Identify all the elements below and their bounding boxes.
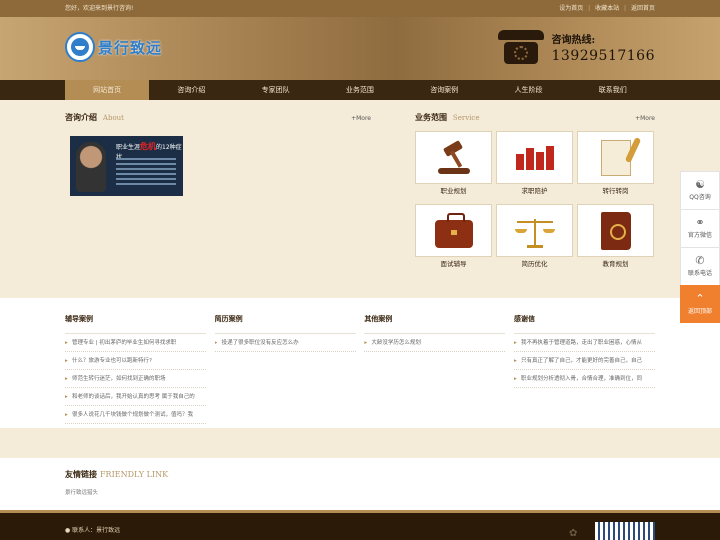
service-title: 业务范围	[415, 113, 447, 122]
service-more-link[interactable]: +More	[635, 115, 655, 122]
logo-text: 景行致远	[98, 38, 163, 57]
telephone-icon	[497, 30, 544, 64]
separator: |	[624, 5, 627, 12]
separator: |	[588, 5, 591, 12]
list-item[interactable]: 只有真正了解了自己，才能更好的完善自己，自己	[513, 352, 655, 370]
site-footer: ● 联系人：景行致远 ✿	[0, 510, 720, 540]
service-item-interview-coaching[interactable]: 面试辅导	[415, 204, 492, 273]
list-item[interactable]: 师范生转行迷茫，如何找到正确的职场	[65, 370, 206, 388]
qq-icon: ☯	[695, 178, 705, 191]
service-panel: 业务范围 Service +More 职业规划 求职陪护 转行转岗 面试辅导 简…	[415, 112, 655, 273]
arrow-up-icon: ⌃	[695, 292, 705, 305]
column-title: 辅导案例	[65, 314, 206, 334]
hotline: 咨询热线: 13929517166	[497, 30, 655, 64]
bar-chart-icon	[515, 145, 554, 170]
nav-item-experts[interactable]: 专家团队	[234, 80, 318, 100]
wechat-icon: ⚭	[695, 216, 705, 229]
resume-cases-column: 简历案例 投递了很多职位没有反应怎么办	[214, 314, 356, 424]
list-item[interactable]: 管理专业 | 初出茅庐的毕业生如何寻找求职	[65, 334, 206, 352]
phone-icon: ✆	[695, 254, 705, 267]
set-homepage-link[interactable]: 设为首页	[559, 5, 583, 12]
nav-item-contact[interactable]: 联系我们	[571, 80, 655, 100]
float-label: QQ咨询	[689, 194, 711, 201]
user-icon: ●	[65, 527, 71, 534]
service-label: 转行转岗	[602, 187, 629, 195]
hotline-number: 13929517166	[551, 47, 655, 64]
quill-pen-icon	[600, 139, 631, 176]
service-item-resume-optimization[interactable]: 简历优化	[496, 204, 573, 273]
service-label: 职业规划	[440, 187, 467, 195]
list-item[interactable]: 我不再执着于管理道路，走出了职业困惑，心情从	[513, 334, 655, 352]
service-item-job-accompany[interactable]: 求职陪护	[496, 131, 573, 200]
qr-code-image	[595, 522, 655, 540]
nav-item-life-stages[interactable]: 人生阶段	[486, 80, 570, 100]
service-item-career-planning[interactable]: 职业规划	[415, 131, 492, 200]
hotline-label: 咨询热线:	[551, 34, 596, 46]
floating-sidebar: ☯ QQ咨询 ⚭ 官方微信 ✆ 联系电话 ⌃ 返回顶部	[680, 171, 720, 323]
service-item-career-change[interactable]: 转行转岗	[577, 131, 654, 200]
wechat-button[interactable]: ⚭ 官方微信	[680, 209, 720, 247]
about-image-highlight: 危机	[140, 142, 157, 151]
about-more-link[interactable]: +More	[351, 115, 371, 122]
site-header: 景行致远 咨询热线: 13929517166	[0, 17, 720, 80]
nav-item-home[interactable]: 网站首页	[65, 80, 150, 100]
friendly-links-section: 友情链接 FRIENDLY LINK 景行致远猎头	[0, 458, 720, 513]
about-title: 咨询介绍	[65, 113, 97, 122]
service-label: 教育规划	[602, 260, 629, 268]
column-title: 其他案例	[364, 314, 506, 334]
service-label: 求职陪护	[521, 187, 548, 195]
logo-icon	[65, 32, 95, 62]
column-title: 感谢信	[513, 314, 655, 334]
float-label: 返回顶部	[687, 308, 712, 315]
service-subtitle: Service	[452, 114, 480, 122]
top-links: 设为首页 | 收藏本站 | 返回首页	[556, 0, 655, 17]
links-title: 友情链接	[65, 470, 97, 479]
about-subtitle: About	[102, 114, 124, 122]
gavel-icon	[434, 139, 474, 176]
float-label: 官方微信	[687, 232, 712, 239]
list-item[interactable]: 很多人说花几千块钱做个规划做个测试，值吗？我	[65, 406, 206, 424]
cases-section: 辅导案例 管理专业 | 初出茅庐的毕业生如何寻找求职 什么？旅游专业也可以跑新特…	[0, 298, 720, 428]
list-item[interactable]: 什么？旅游专业也可以跑新特行?	[65, 352, 206, 370]
decorative-icon: ✿	[569, 528, 578, 539]
list-item[interactable]: 大龄没学历怎么规划	[364, 334, 506, 352]
nav-item-cases[interactable]: 咨询案例	[402, 80, 486, 100]
qq-consult-button[interactable]: ☯ QQ咨询	[680, 171, 720, 209]
list-item[interactable]: 和老师的谈话后，我开始认真的思考 属于我自己的	[65, 388, 206, 406]
book-icon	[600, 211, 631, 250]
intro-section: 咨询介绍 About +More 职业生涯危机的12种症状 业务范围 Servi…	[0, 100, 720, 298]
column-title: 简历案例	[214, 314, 356, 334]
phone-button[interactable]: ✆ 联系电话	[680, 247, 720, 285]
main-nav: 网站首页 咨询介绍 专家团队 业务范围 咨询案例 人生阶段 联系我们	[0, 80, 720, 100]
service-item-education-planning[interactable]: 教育规划	[577, 204, 654, 273]
nav-item-about[interactable]: 咨询介绍	[149, 80, 233, 100]
friendly-link[interactable]: 景行致远猎头	[65, 488, 655, 496]
scale-icon	[513, 213, 557, 249]
divider-band	[0, 428, 720, 458]
bookmark-link[interactable]: 收藏本站	[595, 5, 619, 12]
about-panel: 咨询介绍 About +More 职业生涯危机的12种症状	[65, 112, 371, 273]
other-cases-column: 其他案例 大龄没学历怎么规划	[364, 314, 506, 424]
welcome-text: 您好，欢迎来到景行咨询!	[65, 5, 134, 12]
about-image[interactable]: 职业生涯危机的12种症状	[70, 136, 183, 196]
briefcase-icon	[434, 212, 473, 248]
logo[interactable]: 景行致远	[65, 32, 162, 62]
float-label: 联系电话	[687, 270, 712, 277]
list-item[interactable]: 职业规划分析透彻入骨，合情合理，准确到位，同	[513, 370, 655, 388]
list-item[interactable]: 投递了很多职位没有反应怎么办	[214, 334, 356, 352]
service-label: 面试辅导	[440, 260, 467, 268]
thank-you-letters-column: 感谢信 我不再执着于管理道路，走出了职业困惑，心情从 只有真正了解了自己，才能更…	[513, 314, 655, 424]
about-image-text: 职业生涯	[116, 144, 141, 151]
footer-contact: ● 联系人：景行致远	[65, 513, 655, 534]
back-home-link[interactable]: 返回首页	[631, 5, 655, 12]
links-subtitle: FRIENDLY LINK	[100, 470, 169, 479]
service-label: 简历优化	[521, 260, 548, 268]
back-to-top-button[interactable]: ⌃ 返回顶部	[680, 285, 720, 323]
footer-contact-text: 联系人：景行致远	[72, 527, 121, 534]
coaching-cases-column: 辅导案例 管理专业 | 初出茅庐的毕业生如何寻找求职 什么？旅游专业也可以跑新特…	[65, 314, 206, 424]
top-bar: 您好，欢迎来到景行咨询! 设为首页 | 收藏本站 | 返回首页	[0, 0, 720, 17]
nav-item-services[interactable]: 业务范围	[318, 80, 402, 100]
